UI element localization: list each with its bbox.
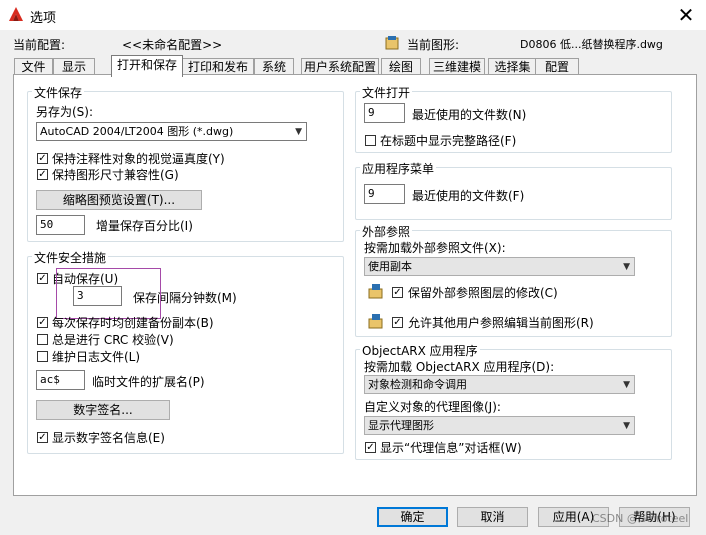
chevron-down-icon: ▼ <box>623 421 630 431</box>
chevron-down-icon: ▼ <box>295 127 302 137</box>
digital-signatures-button[interactable]: 数字签名... <box>36 400 170 420</box>
ok-button[interactable]: 确定 <box>377 507 448 527</box>
backup-copy-label: 每次保存时均创建备份副本(B) <box>52 316 214 330</box>
save-as-select[interactable]: AutoCAD 2004/LT2004 图形 (*.dwg) ▼ <box>36 122 307 141</box>
arx-demand-load-label: 按需加载 ObjectARX 应用程序(D): <box>364 360 555 374</box>
autocad-logo-icon <box>9 7 23 21</box>
watermark-text: CSDN @Guiroteel <box>592 512 689 525</box>
tab-open-save[interactable]: 打开和保存 <box>111 55 183 77</box>
title-bar: 选项 ✕ <box>0 0 706 30</box>
temp-extension-label: 临时文件的扩展名(P) <box>92 375 205 389</box>
chevron-down-icon: ▼ <box>623 262 630 272</box>
crc-check-label: 总是进行 CRC 校验(V) <box>52 333 174 347</box>
incremental-save-label: 增量保存百分比(I) <box>96 219 193 233</box>
window-title: 选项 <box>30 11 57 26</box>
app-menu-recent-label: 最近使用的文件数(F) <box>412 189 525 203</box>
backup-copy-checkbox[interactable]: ✓ <box>37 317 48 328</box>
log-file-label: 维护日志文件(L) <box>52 350 141 364</box>
drawing-file-icon <box>385 36 399 50</box>
save-as-label: 另存为(S): <box>36 105 94 119</box>
cancel-button[interactable]: 取消 <box>457 507 528 527</box>
autosave-checkbox[interactable]: ✓ <box>37 273 48 284</box>
allow-xref-edit-label: 允许其他用户参照编辑当前图形(R) <box>408 316 594 330</box>
maintain-drawing-size-label: 保持图形尺寸兼容性(G) <box>52 168 179 182</box>
arx-demand-load-select[interactable]: 对象检测和命令调用 ▼ <box>364 375 635 394</box>
recent-files-label: 最近使用的文件数(N) <box>412 108 527 122</box>
temp-extension-input[interactable]: ac$ <box>36 370 85 390</box>
show-proxy-dialog-label: 显示“代理信息”对话框(W) <box>380 441 522 455</box>
proxy-images-value: 显示代理图形 <box>368 419 434 432</box>
maintain-visual-fidelity-checkbox[interactable]: ✓ <box>37 153 48 164</box>
arx-demand-load-value: 对象检测和命令调用 <box>368 378 467 391</box>
xref-demand-load-label: 按需加载外部参照文件(X): <box>364 241 506 255</box>
objectarx-title: ObjectARX 应用程序 <box>360 342 480 359</box>
maintain-visual-fidelity-label: 保持注释性对象的视觉逼真度(Y) <box>52 152 225 166</box>
incremental-save-input[interactable]: 50 <box>36 215 85 235</box>
xref-demand-load-select[interactable]: 使用副本 ▼ <box>364 257 635 276</box>
maintain-drawing-size-checkbox[interactable]: ✓ <box>37 169 48 180</box>
proxy-images-label: 自定义对象的代理图像(J): <box>364 400 501 414</box>
file-open-title: 文件打开 <box>360 84 413 101</box>
thumbnail-settings-button[interactable]: 缩略图预览设置(T)... <box>36 190 202 210</box>
app-menu-recent-input[interactable]: 9 <box>364 184 405 204</box>
app-menu-title: 应用程序菜单 <box>360 160 437 177</box>
current-drawing-value: D0806 低...纸替换程序.dwg <box>520 38 663 51</box>
show-digital-sig-label: 显示数字签名信息(E) <box>52 431 165 445</box>
recent-files-input[interactable]: 9 <box>364 103 405 123</box>
full-path-label: 在标题中显示完整路径(F) <box>380 134 517 148</box>
show-proxy-dialog-checkbox[interactable]: ✓ <box>365 442 376 453</box>
file-save-title: 文件保存 <box>32 84 85 101</box>
xref-title: 外部参照 <box>360 223 413 240</box>
save-as-value: AutoCAD 2004/LT2004 图形 (*.dwg) <box>40 125 234 138</box>
current-profile-value: <<未命名配置>> <box>122 38 223 52</box>
show-digital-sig-checkbox[interactable]: ✓ <box>37 432 48 443</box>
crc-check-checkbox[interactable] <box>37 334 48 345</box>
xref-layer-icon <box>368 284 383 299</box>
proxy-images-select[interactable]: 显示代理图形 ▼ <box>364 416 635 435</box>
allow-xref-edit-checkbox[interactable]: ✓ <box>392 317 403 328</box>
current-drawing-label: 当前图形: <box>407 38 460 52</box>
retain-xref-changes-checkbox[interactable]: ✓ <box>392 287 403 298</box>
log-file-checkbox[interactable] <box>37 351 48 362</box>
xref-edit-icon <box>368 314 383 329</box>
file-safety-title: 文件安全措施 <box>32 249 109 266</box>
close-icon[interactable]: ✕ <box>672 2 700 28</box>
retain-xref-changes-label: 保留外部参照图层的修改(C) <box>408 286 558 300</box>
xref-demand-load-value: 使用副本 <box>368 260 412 273</box>
full-path-checkbox[interactable] <box>365 135 376 146</box>
chevron-down-icon: ▼ <box>623 380 630 390</box>
current-profile-label: 当前配置: <box>13 38 66 52</box>
annotation-highlight-box <box>56 268 161 319</box>
tab-strip: 文件 显示 打开和保存 打印和发布 系统 用户系统配置 绘图 三维建模 选择集 … <box>14 55 704 77</box>
